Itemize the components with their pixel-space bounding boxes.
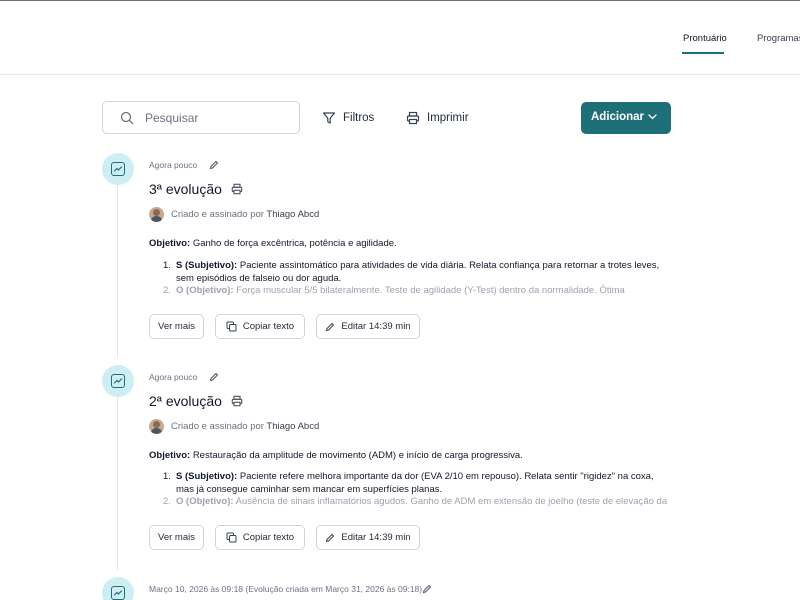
see-more-button[interactable]: Ver mais — [149, 314, 204, 339]
author-name: Thiago Abcd — [266, 209, 320, 220]
copy-icon — [226, 321, 237, 332]
add-button-label: Adicionar — [591, 111, 645, 123]
see-more-button[interactable]: Ver mais — [149, 525, 204, 550]
edit-pencil-icon[interactable] — [209, 160, 219, 170]
list-item: 1. S (Subjetivo): Paciente refere melhor… — [163, 471, 654, 495]
chevron-down-icon — [648, 114, 657, 120]
soap-list: 1. S (Subjetivo): Paciente refere melhor… — [163, 471, 673, 509]
print-button[interactable]: Imprimir — [406, 110, 469, 126]
entry-title: 2ª evolução — [149, 393, 222, 409]
tab-prontuario[interactable]: Prontuário — [683, 33, 727, 44]
search-icon — [120, 111, 134, 125]
add-button[interactable]: Adicionar — [581, 102, 671, 134]
timeline-line — [117, 397, 118, 570]
author-avatar — [149, 419, 164, 434]
copy-icon — [226, 532, 237, 543]
printer-icon — [406, 111, 420, 125]
entry-author: Criado e assinado por Thiago Abcd — [171, 209, 320, 220]
filters-button[interactable]: Filtros — [322, 110, 374, 126]
list-item: 1. S (Subjetivo): Paciente assintomático… — [163, 260, 660, 284]
soap-list: 1. S (Subjetivo): Paciente assintomático… — [163, 260, 673, 298]
pencil-icon — [326, 533, 335, 542]
filters-label: Filtros — [343, 112, 375, 124]
edit-button[interactable]: Editar 14:39 min — [316, 314, 420, 339]
evolution-icon — [102, 577, 134, 600]
entry-timestamp: Março 10, 2026 às 09:18 (Evolução criada… — [149, 584, 423, 594]
author-name: Thiago Abcd — [266, 421, 320, 432]
entry-timestamp: Agora pouco — [149, 372, 198, 382]
search-input[interactable]: Pesquisar — [102, 101, 300, 134]
printer-icon[interactable] — [231, 395, 243, 407]
evolution-icon — [102, 365, 134, 397]
print-label: Imprimir — [427, 112, 469, 124]
filter-icon — [322, 112, 336, 124]
edit-button[interactable]: Editar 14:39 min — [316, 525, 420, 550]
copy-text-button[interactable]: Copiar texto — [215, 525, 305, 550]
active-tab-indicator — [682, 52, 724, 54]
list-item: 2. O (Objetivo): Força muscular 5/5 bila… — [163, 285, 625, 296]
entry-author: Criado e assinado por Thiago Abcd — [171, 421, 320, 432]
entry-title: 3ª evolução — [149, 181, 222, 197]
top-navigation: Prontuário Programas — [0, 1, 800, 75]
tab-programas[interactable]: Programas — [757, 33, 800, 44]
entry-objective: Objetivo: Ganho de força excêntrica, pot… — [149, 238, 397, 249]
search-placeholder: Pesquisar — [145, 111, 199, 125]
pencil-icon — [326, 322, 335, 331]
copy-text-button[interactable]: Copiar texto — [215, 314, 305, 339]
edit-pencil-icon[interactable] — [209, 372, 219, 382]
entry-timestamp: Agora pouco — [149, 160, 198, 170]
edit-pencil-icon[interactable] — [422, 584, 432, 594]
timeline-line — [117, 185, 118, 358]
list-item: 2. O (Objetivo): Ausência de sinais infl… — [163, 496, 668, 507]
author-avatar — [149, 207, 164, 222]
printer-icon[interactable] — [231, 183, 243, 195]
evolution-icon — [102, 153, 134, 185]
entry-objective: Objetivo: Restauração da amplitude de mo… — [149, 450, 523, 461]
